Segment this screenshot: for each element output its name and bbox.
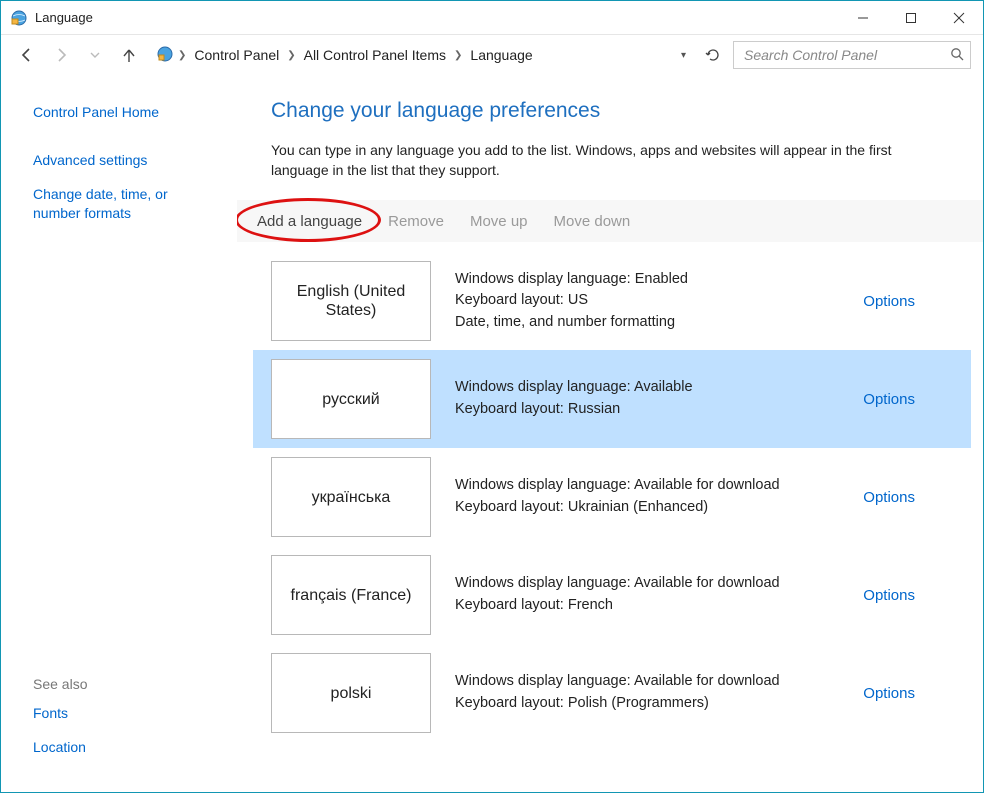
- language-details: Windows display language: Available for …: [451, 671, 843, 715]
- language-details: Windows display language: Available for …: [451, 573, 843, 617]
- sidebar-link-datetime[interactable]: Change date, time, or number formats: [33, 185, 217, 221]
- move-up-button[interactable]: Move up: [468, 210, 530, 233]
- refresh-button[interactable]: [699, 41, 727, 69]
- back-button[interactable]: [13, 41, 41, 69]
- language-list: English (United States) Windows display l…: [253, 252, 971, 742]
- window-controls: [839, 1, 983, 34]
- page-description: You can type in any language you add to …: [271, 141, 931, 180]
- language-detail-line: Windows display language: Available for …: [455, 671, 843, 693]
- content: Control Panel Home Advanced settings Cha…: [1, 75, 983, 792]
- sidebar: Control Panel Home Advanced settings Cha…: [1, 75, 237, 792]
- language-detail-line: Keyboard layout: US: [455, 290, 843, 312]
- language-detail-line: Windows display language: Available: [455, 377, 843, 399]
- search-input[interactable]: [742, 46, 950, 64]
- language-detail-line: Windows display language: Available for …: [455, 573, 843, 595]
- sidebar-link-location[interactable]: Location: [33, 738, 217, 756]
- forward-button[interactable]: [47, 41, 75, 69]
- language-row[interactable]: українська Windows display language: Avai…: [253, 448, 971, 546]
- window-title: Language: [35, 10, 839, 25]
- region-globe-icon: [9, 8, 29, 28]
- sidebar-home-link[interactable]: Control Panel Home: [33, 103, 217, 121]
- see-also-label: See also: [33, 676, 217, 692]
- language-options-link[interactable]: Options: [863, 489, 953, 506]
- language-detail-line: Keyboard layout: Polish (Programmers): [455, 693, 843, 715]
- chevron-right-icon: ❯: [178, 50, 186, 61]
- add-language-button[interactable]: Add a language: [255, 210, 364, 233]
- search-icon[interactable]: [950, 47, 964, 64]
- move-down-button[interactable]: Move down: [552, 210, 633, 233]
- language-detail-line: Windows display language: Available for …: [455, 475, 843, 497]
- chevron-right-icon: ❯: [454, 50, 462, 61]
- language-tile[interactable]: polski: [271, 653, 431, 733]
- language-details: Windows display language: EnabledKeyboar…: [451, 269, 843, 334]
- language-options-link[interactable]: Options: [863, 391, 953, 408]
- language-tile[interactable]: français (France): [271, 555, 431, 635]
- chevron-down-icon[interactable]: ▾: [681, 50, 686, 61]
- main-panel: Change your language preferences You can…: [237, 75, 983, 792]
- address-bar: ❯ Control Panel ❯ All Control Panel Item…: [1, 35, 983, 75]
- chevron-right-icon: ❯: [287, 50, 295, 61]
- breadcrumb-root-icon: [156, 45, 174, 66]
- maximize-button[interactable]: [887, 1, 935, 34]
- remove-language-button[interactable]: Remove: [386, 210, 446, 233]
- search-box[interactable]: [733, 41, 971, 69]
- language-detail-line: Keyboard layout: Russian: [455, 399, 843, 421]
- language-detail-line: Keyboard layout: French: [455, 595, 843, 617]
- breadcrumb-item[interactable]: All Control Panel Items: [300, 45, 450, 65]
- language-tile[interactable]: русский: [271, 359, 431, 439]
- page-heading: Change your language preferences: [271, 99, 971, 123]
- language-tile[interactable]: English (United States): [271, 261, 431, 341]
- language-details: Windows display language: Available for …: [451, 475, 843, 519]
- language-row[interactable]: English (United States) Windows display l…: [253, 252, 971, 350]
- breadcrumb[interactable]: ❯ Control Panel ❯ All Control Panel Item…: [149, 41, 693, 69]
- up-button[interactable]: [115, 41, 143, 69]
- titlebar: Language: [1, 1, 983, 35]
- breadcrumb-item[interactable]: Language: [466, 45, 536, 65]
- language-tile[interactable]: українська: [271, 457, 431, 537]
- language-toolbar: Add a language Remove Move up Move down: [237, 200, 983, 242]
- language-options-link[interactable]: Options: [863, 587, 953, 604]
- language-options-link[interactable]: Options: [863, 685, 953, 702]
- language-options-link[interactable]: Options: [863, 293, 953, 310]
- language-details: Windows display language: AvailableKeybo…: [451, 377, 843, 421]
- language-detail-line: Windows display language: Enabled: [455, 269, 843, 291]
- language-detail-line: Date, time, and number formatting: [455, 312, 843, 334]
- breadcrumb-item[interactable]: Control Panel: [190, 45, 283, 65]
- recent-dropdown-icon[interactable]: [81, 41, 109, 69]
- sidebar-link-advanced[interactable]: Advanced settings: [33, 151, 217, 169]
- close-button[interactable]: [935, 1, 983, 34]
- language-row[interactable]: polski Windows display language: Availabl…: [253, 644, 971, 742]
- language-detail-line: Keyboard layout: Ukrainian (Enhanced): [455, 497, 843, 519]
- language-row[interactable]: français (France) Windows display languag…: [253, 546, 971, 644]
- minimize-button[interactable]: [839, 1, 887, 34]
- language-row[interactable]: русский Windows display language: Availab…: [253, 350, 971, 448]
- sidebar-link-fonts[interactable]: Fonts: [33, 704, 217, 722]
